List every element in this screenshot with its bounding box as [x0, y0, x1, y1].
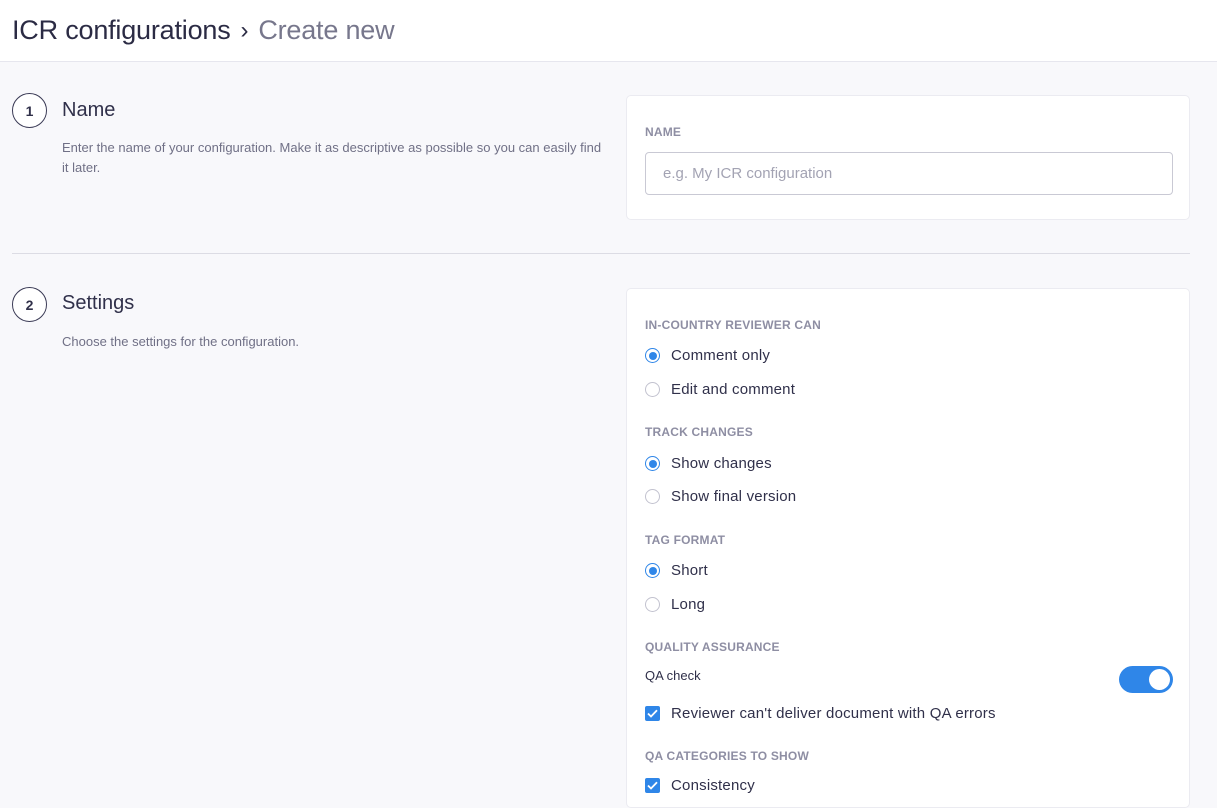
radio-short[interactable]: Short — [645, 562, 708, 579]
checkbox-block-delivery[interactable]: Reviewer can't deliver document with QA … — [645, 705, 996, 722]
breadcrumb-separator-icon: › — [240, 16, 249, 44]
checkbox-consistency[interactable]: Consistency — [645, 777, 755, 794]
radio-unselected-icon[interactable] — [645, 382, 660, 397]
quality-assurance-label: QUALITY ASSURANCE — [645, 640, 780, 654]
radio-label: Comment only — [671, 347, 771, 364]
section-title-settings: Settings — [62, 292, 135, 314]
radio-selected-icon[interactable] — [645, 563, 660, 578]
radio-show-changes[interactable]: Show changes — [645, 455, 772, 472]
checkbox-checked-icon[interactable] — [645, 778, 660, 793]
radio-selected-icon[interactable] — [645, 348, 660, 363]
section-description-name: Enter the name of your configuration. Ma… — [62, 140, 602, 175]
radio-label: Show changes — [671, 455, 772, 472]
section-title-name: Name — [62, 99, 116, 121]
radio-label: Show final version — [671, 488, 797, 505]
name-input[interactable] — [645, 152, 1173, 195]
section-description-settings: Choose the settings for the configuratio… — [62, 334, 300, 349]
toggle-knob — [1149, 669, 1170, 690]
qa-check-toggle[interactable] — [1119, 666, 1173, 693]
breadcrumb-root-link[interactable]: ICR configurations — [12, 15, 231, 46]
qa-check-label: QA check — [645, 668, 701, 683]
section-divider — [12, 253, 1190, 254]
radio-unselected-icon[interactable] — [645, 597, 660, 612]
radio-show-final-version[interactable]: Show final version — [645, 488, 796, 505]
page-title: Create new — [258, 15, 395, 45]
track-changes-label: TRACK CHANGES — [645, 425, 753, 439]
radio-label: Long — [671, 596, 706, 613]
breadcrumb: ICR configurations › Create new — [0, 0, 1217, 62]
radio-label: Short — [671, 562, 708, 579]
name-card: NAME — [626, 95, 1190, 220]
step-number-2: 2 — [12, 287, 47, 322]
step-number-1: 1 — [12, 93, 47, 128]
tag-format-label: TAG FORMAT — [645, 533, 726, 547]
name-field-label: NAME — [645, 125, 682, 139]
checkbox-label: Reviewer can't deliver document with QA … — [671, 705, 996, 722]
radio-label: Edit and comment — [671, 381, 796, 398]
radio-comment-only[interactable]: Comment only — [645, 347, 770, 364]
radio-selected-icon[interactable] — [645, 456, 660, 471]
settings-card: IN-COUNTRY REVIEWER CAN Comment only Edi… — [626, 288, 1190, 808]
checkbox-checked-icon[interactable] — [645, 706, 660, 721]
radio-unselected-icon[interactable] — [645, 489, 660, 504]
radio-edit-and-comment[interactable]: Edit and comment — [645, 381, 795, 398]
checkbox-label: Consistency — [671, 777, 755, 794]
qa-categories-label: QA CATEGORIES TO SHOW — [645, 749, 809, 763]
radio-long[interactable]: Long — [645, 596, 705, 613]
reviewer-can-label: IN-COUNTRY REVIEWER CAN — [645, 318, 821, 332]
